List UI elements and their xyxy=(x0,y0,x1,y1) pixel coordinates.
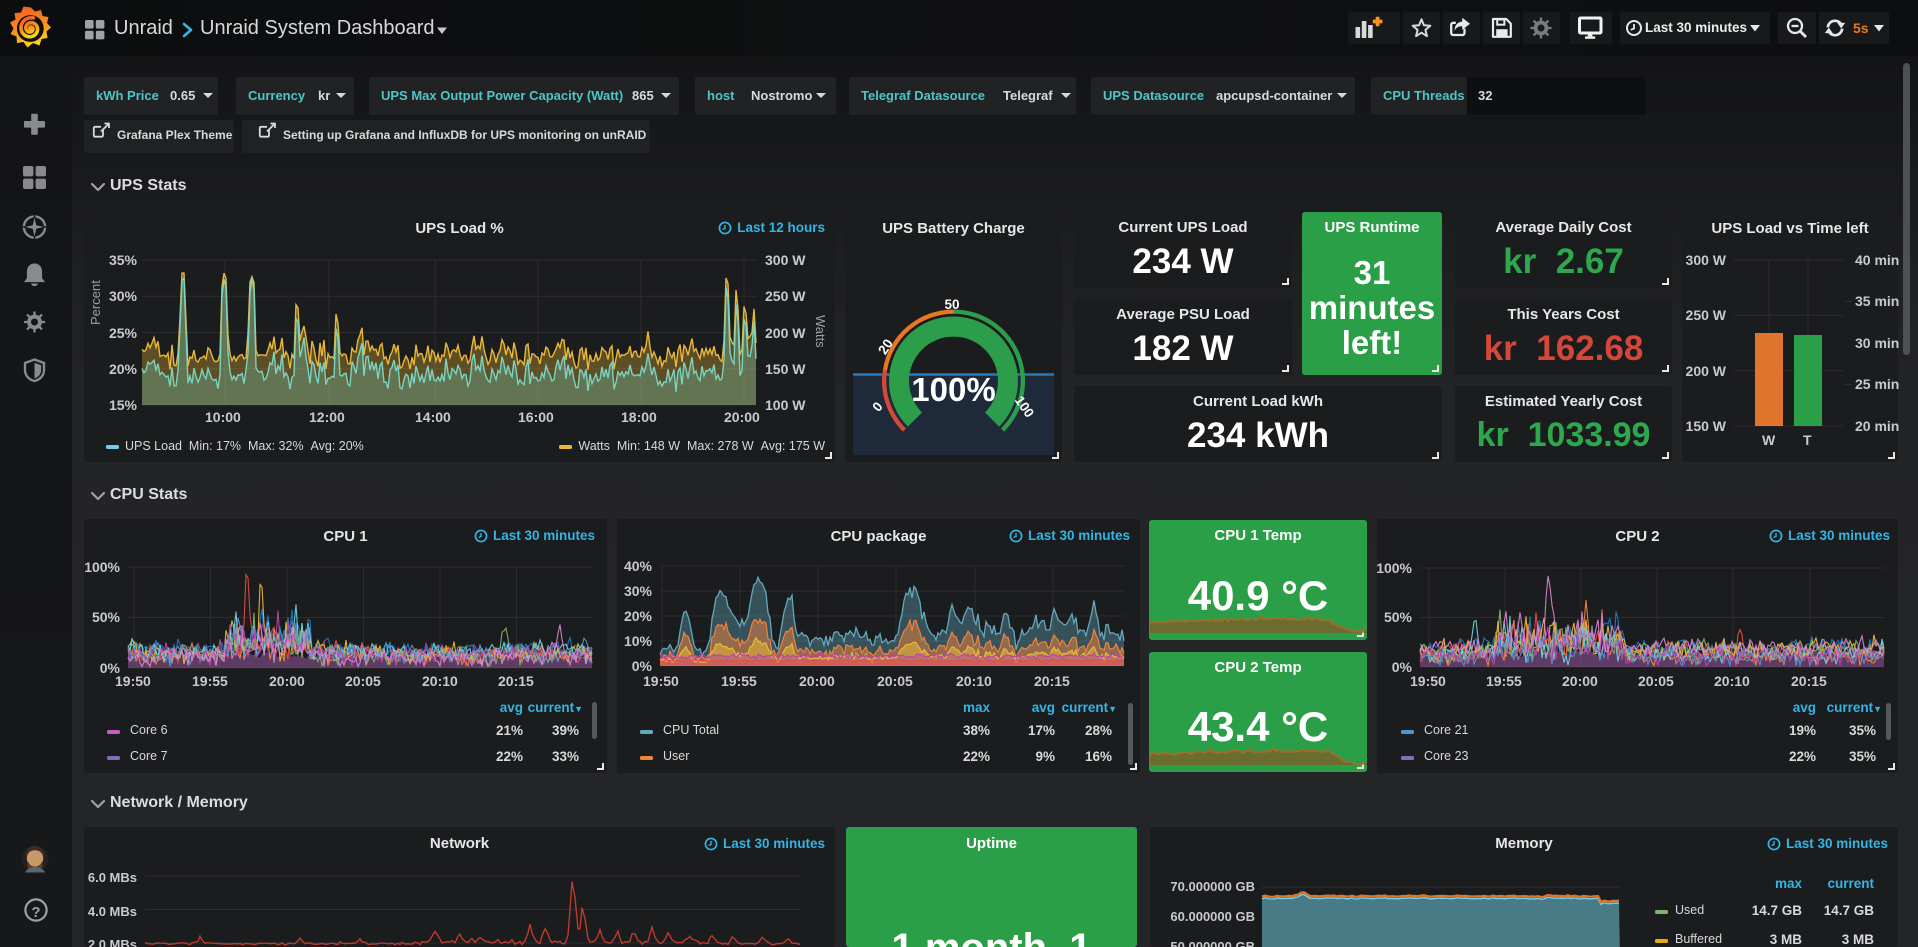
svg-text:20: 20 xyxy=(875,336,896,357)
svg-text:50: 50 xyxy=(944,297,959,312)
svg-text:?: ? xyxy=(31,904,40,921)
